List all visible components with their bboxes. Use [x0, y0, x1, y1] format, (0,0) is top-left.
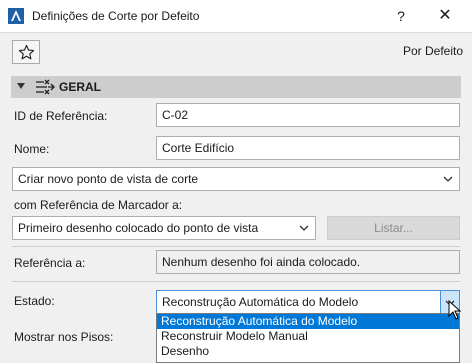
help-button[interactable]: ?: [392, 7, 410, 25]
chevron-down-icon: [299, 225, 309, 231]
name-label: Nome:: [14, 142, 50, 156]
title-bar: Definições de Corte por Defeito ? ✕: [0, 0, 472, 33]
marker-ref-select-value: Primeiro desenho colocado do ponto de vi…: [18, 221, 259, 235]
marker-ref-label: com Referência de Marcador a:: [14, 198, 183, 212]
status-dropdown-list: Reconstrução Automática do Modelo Recons…: [156, 313, 460, 363]
status-select-value: Reconstrução Automática do Modelo: [162, 295, 359, 309]
show-on-floors-label: Mostrar nos Pisos:: [14, 330, 114, 344]
window-title: Definições de Corte por Defeito: [32, 9, 200, 23]
star-icon: [18, 44, 35, 60]
panel-header-geral[interactable]: GERAL: [11, 76, 461, 98]
status-select[interactable]: Reconstrução Automática do Modelo: [156, 290, 460, 314]
section-settings-icon: [36, 79, 55, 95]
list-button[interactable]: Listar...: [327, 216, 460, 240]
mouse-pointer-icon: [448, 300, 462, 320]
divider: [12, 281, 460, 282]
collapse-caret-icon[interactable]: [17, 83, 25, 89]
divider: [12, 246, 460, 247]
status-option-auto-rebuild[interactable]: Reconstrução Automática do Modelo: [157, 314, 459, 329]
dialog-window: Definições de Corte por Defeito ? ✕ Por …: [0, 0, 472, 363]
reference-id-label: ID de Referência:: [14, 109, 108, 123]
favorites-button[interactable]: [12, 40, 40, 64]
archicad-app-icon: [8, 8, 24, 24]
status-label: Estado:: [14, 294, 55, 308]
viewpoint-select[interactable]: Criar novo ponto de vista de corte: [12, 167, 460, 191]
status-option-manual-rebuild[interactable]: Reconstruir Modelo Manual: [157, 329, 459, 344]
reference-id-field[interactable]: C-02: [156, 103, 460, 127]
close-button[interactable]: ✕: [436, 7, 454, 25]
defaults-label: Por Defeito: [402, 44, 463, 58]
name-field[interactable]: Corte Edifício: [156, 136, 460, 160]
reference-to-value: Nenhum desenho foi ainda colocado.: [156, 250, 460, 274]
panel-title: GERAL: [59, 80, 101, 94]
marker-ref-select[interactable]: Primeiro desenho colocado do ponto de vi…: [12, 216, 316, 240]
viewpoint-select-value: Criar novo ponto de vista de corte: [18, 172, 199, 186]
status-option-drawing[interactable]: Desenho: [157, 344, 459, 359]
reference-to-label: Referência a:: [14, 256, 86, 270]
chevron-down-icon: [443, 176, 453, 182]
